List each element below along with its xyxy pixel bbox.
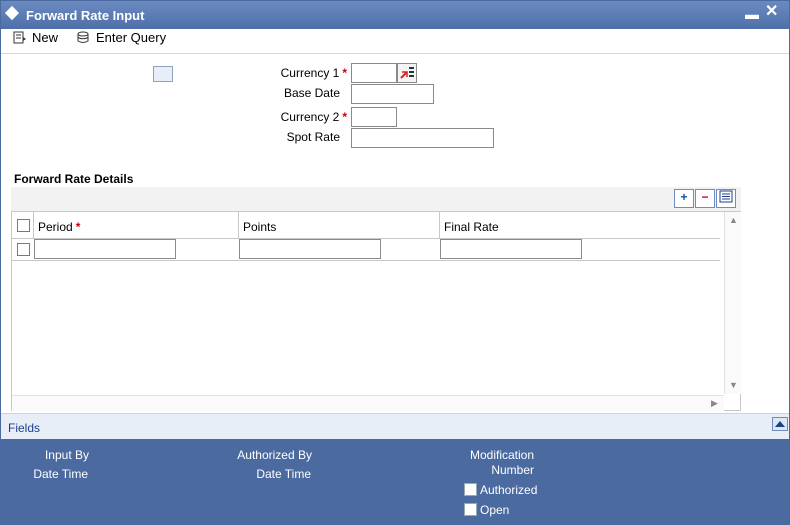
row-select-checkbox[interactable] [17,243,30,256]
fields-bar: Fields [1,413,789,440]
new-button[interactable]: New [13,29,58,51]
currency1-label: Currency 1 * [280,66,347,80]
new-label: New [32,30,59,45]
currency1-lov-button[interactable] [397,63,417,83]
close-button[interactable]: ✕ [765,4,778,20]
delete-row-button[interactable]: − [695,189,715,208]
authorized-checkbox-label: Authorized [480,483,538,497]
input-date-time-label: Date Time [33,467,88,481]
new-document-icon [13,31,26,44]
title-bar: Forward Rate Input ▬ ✕ [1,1,789,29]
grid-header: Period * Points Final Rate [12,212,720,239]
final-rate-input[interactable] [440,239,582,259]
collapse-footer-button[interactable] [772,417,788,431]
query-icon [77,31,89,43]
base-date-input[interactable] [351,84,434,104]
column-header-points: Points [238,212,439,238]
required-marker: * [75,220,81,234]
points-input[interactable] [239,239,381,259]
forward-rate-input-window: Forward Rate Input ▬ ✕ New Enter Query C… [0,0,790,525]
scroll-down-arrow-icon[interactable]: ▼ [729,380,738,390]
grid-toolbar [11,187,741,211]
modification-label: Modification [469,448,534,462]
chevron-up-icon [775,421,785,427]
fields-link[interactable]: Fields [8,421,40,435]
required-marker: * [342,66,347,80]
add-row-button[interactable]: + [674,189,694,208]
toolbar: New Enter Query [1,29,789,54]
single-view-button[interactable] [716,189,736,208]
scroll-right-arrow-icon[interactable]: ▶ [711,398,718,409]
scroll-up-arrow-icon[interactable]: ▲ [729,215,738,225]
enter-query-button[interactable]: Enter Query [77,29,166,51]
currency2-label: Currency 2 * [280,110,347,124]
spot-rate-input[interactable] [351,128,494,148]
list-of-values-icon [400,67,414,79]
enter-query-label: Enter Query [96,30,167,45]
required-marker: * [342,110,347,124]
horizontal-scrollbar[interactable]: ▶ [12,395,724,411]
authorized-checkbox[interactable] [464,483,477,496]
forward-rate-details-title: Forward Rate Details [14,172,134,186]
currency1-input[interactable] [351,63,397,83]
app-diamond-icon [4,5,20,21]
open-checkbox[interactable] [464,503,477,516]
base-date-label: Base Date [283,86,340,100]
open-checkbox-label: Open [480,503,510,517]
window-title: Forward Rate Input [26,8,145,23]
column-header-period: Period * [33,212,238,238]
table-row [12,238,720,261]
column-header-final-rate: Final Rate [439,212,720,238]
spot-rate-label: Spot Rate [286,130,340,144]
select-all-checkbox[interactable] [17,219,30,232]
period-input[interactable] [34,239,176,259]
vertical-scrollbar[interactable]: ▲ ▼ [724,212,741,394]
minimize-button[interactable]: ▬ [745,7,759,21]
list-view-icon [719,190,733,203]
form-options-button[interactable] [153,66,173,82]
forward-rate-details-grid: Period * Points Final Rate ▲ ▼ ▶ [11,211,741,411]
audit-footer: Input By Date Time Authorized By Date Ti… [1,439,789,524]
authorized-by-label: Authorized By [237,448,312,462]
currency2-input[interactable] [351,107,397,127]
input-by-label: Input By [44,448,89,462]
authorized-date-time-label: Date Time [256,467,311,481]
modification-number-label: Number [491,463,534,477]
